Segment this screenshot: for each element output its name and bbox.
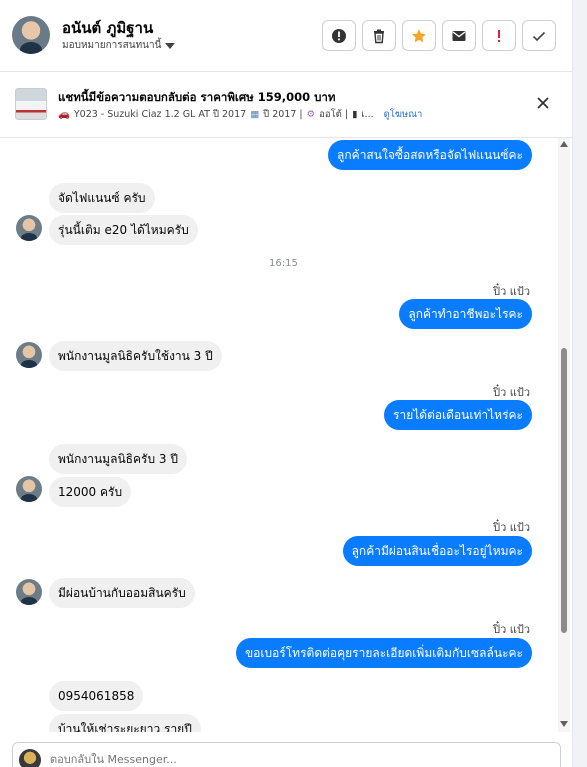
reply-composer xyxy=(0,732,572,767)
car-icon: 🚗 xyxy=(58,109,70,120)
fuel-icon: ▮ xyxy=(352,109,358,120)
page-avatar xyxy=(19,749,41,767)
contact-avatar-small[interactable] xyxy=(16,579,42,605)
star-button[interactable] xyxy=(402,20,436,51)
view-ad-link[interactable]: ดูโฆษณา xyxy=(384,107,423,122)
contact-name[interactable]: อนันต์ ภูมิฐาน xyxy=(62,16,153,40)
action-toolbar xyxy=(322,20,556,51)
gear-icon: ⚙ xyxy=(306,109,316,120)
follow-up-button[interactable] xyxy=(482,20,516,51)
scrollbar-thumb[interactable] xyxy=(561,348,567,633)
outgoing-message[interactable]: รายได้ต่อเดือนเท่าไหร่คะ xyxy=(384,400,532,430)
mail-icon xyxy=(452,30,466,41)
outgoing-message[interactable]: ลูกค้าทำอาชีพอะไรคะ xyxy=(399,299,532,329)
outgoing-message[interactable]: ลูกค้าสนใจซื้อสดหรือจัดไฟแนนซ์คะ xyxy=(328,140,532,170)
timestamp: 16:15 xyxy=(269,258,298,269)
ad-detail-trans: ออโต้ | xyxy=(319,109,349,120)
conversation-header: อนันต์ ภูมิฐาน มอบหมายการสนทนานี้ xyxy=(0,0,572,72)
contact-avatar-small[interactable] xyxy=(16,342,42,368)
outgoing-message[interactable]: ลูกค้ามีผ่อนสินเชื่ออะไรอยู่ไหมคะ xyxy=(342,536,532,566)
caret-down-icon xyxy=(165,42,176,49)
trash-icon xyxy=(374,29,384,43)
incoming-message[interactable]: 12000 ครับ xyxy=(49,477,132,507)
ad-thumbnail[interactable] xyxy=(15,88,47,120)
alert-icon xyxy=(332,28,346,43)
mark-unread-button[interactable] xyxy=(442,20,476,51)
sender-name: ปิ๋ว แป้ว xyxy=(493,623,530,636)
incoming-message[interactable]: รุ่นนี้เติม e20 ได้ไหมครับ xyxy=(49,215,198,245)
ad-title: แชทนี้มีข้อความตอบกลับต่อ ราคาพิเศษ 159,… xyxy=(58,90,336,104)
scroll-down-arrow-icon[interactable] xyxy=(560,721,568,727)
close-icon[interactable] xyxy=(535,95,551,111)
contact-avatar-small[interactable] xyxy=(16,476,42,502)
sender-name: ปิ๋ว แป้ว xyxy=(493,386,530,399)
panel-edge xyxy=(572,0,587,767)
ad-details: 🚗 Y023 - Suzuki Ciaz 1.2 GL AT ปี 2017 ▦… xyxy=(58,107,422,122)
exclamation-icon xyxy=(498,29,500,42)
sender-name: ปิ๋ว แป้ว xyxy=(493,521,530,534)
calendar-icon: ▦ xyxy=(250,109,260,120)
message-thread[interactable]: ลูกค้าสนใจซื้อสดหรือจัดไฟแนนซ์คะ จัดไฟแน… xyxy=(0,138,572,732)
reply-input[interactable] xyxy=(50,750,530,767)
delete-button[interactable] xyxy=(362,20,396,51)
incoming-message[interactable]: มีผ่อนบ้านกับออมสินครับ xyxy=(49,578,195,608)
chat-scrollbar[interactable] xyxy=(558,138,570,732)
ad-detail-more: เ... xyxy=(361,109,374,120)
incoming-message[interactable]: บ้านให้เช่าระยะยาว รายปี xyxy=(49,714,201,732)
contact-avatar-small[interactable] xyxy=(16,215,42,241)
check-icon xyxy=(532,31,546,41)
incoming-message[interactable]: 0954061858 xyxy=(49,681,144,711)
assign-conversation-dropdown[interactable]: มอบหมายการสนทนานี้ xyxy=(62,38,176,53)
sender-name: ปิ๋ว แป้ว xyxy=(493,285,530,298)
ad-detail-year: ปี 2017 | xyxy=(263,109,303,120)
incoming-message[interactable]: พนักงานมูลนิธิครับใช้งาน 3 ปี xyxy=(49,341,222,371)
ad-detail-car: Y023 - Suzuki Ciaz 1.2 GL AT ปี 2017 xyxy=(73,109,247,120)
incoming-message[interactable]: จัดไฟแนนซ์ ครับ xyxy=(49,183,155,213)
incoming-message[interactable]: พนักงานมูลนิธิครับ 3 ปี xyxy=(49,444,187,474)
contact-avatar[interactable] xyxy=(12,16,50,54)
mark-spam-button[interactable] xyxy=(322,20,356,51)
outgoing-message[interactable]: ขอเบอร์โทรติดต่อคุยรายละเอียดเพิ่มเติมกั… xyxy=(235,638,532,668)
scroll-up-arrow-icon[interactable] xyxy=(560,141,568,147)
mark-done-button[interactable] xyxy=(522,20,556,51)
star-icon xyxy=(412,28,426,42)
assign-label: มอบหมายการสนทนานี้ xyxy=(62,40,162,51)
ad-context-bar: แชทนี้มีข้อความตอบกลับต่อ ราคาพิเศษ 159,… xyxy=(0,72,572,138)
